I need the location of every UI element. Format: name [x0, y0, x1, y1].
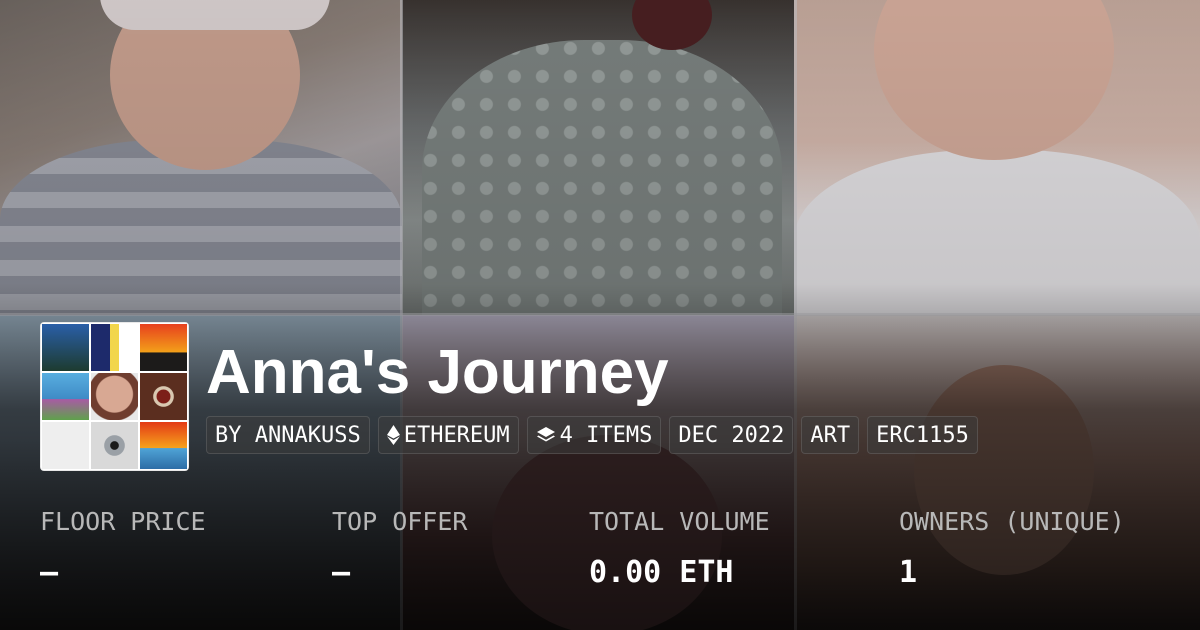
stat-value: – [332, 555, 351, 590]
collection-tags: BY ANNAKUSS ETHEREUM 4 ITEMS DEC 2022 AR… [206, 416, 978, 454]
stat-label: FLOOR PRICE [40, 507, 206, 536]
date-tag: DEC 2022 [669, 416, 794, 454]
ethereum-icon [386, 425, 400, 445]
stat-top-offer: TOP OFFER – [332, 505, 467, 593]
creator-tag: BY ANNAKUSS [206, 416, 370, 454]
stat-label: TOP OFFER [332, 507, 468, 536]
creator-label: BY ANNAKUSS [215, 422, 361, 448]
chain-label: ETHEREUM [403, 422, 510, 448]
date-label: DEC 2022 [678, 422, 785, 448]
collection-avatar [40, 322, 189, 471]
collection-stats: FLOOR PRICE – TOP OFFER – TOTAL VOLUME 0… [40, 505, 1190, 605]
stat-value: – [40, 555, 59, 590]
stat-total-volume: TOTAL VOLUME 0.00 ETH [589, 505, 770, 593]
stat-value: 1 [899, 555, 918, 590]
category-tag: ART [801, 416, 860, 454]
collection-title: Anna's Journey [206, 338, 669, 407]
layers-icon [536, 425, 556, 445]
chain-tag: ETHEREUM [377, 416, 519, 454]
category-label: ART [810, 422, 851, 448]
stat-label: OWNERS (UNIQUE) [899, 507, 1125, 536]
standard-label: ERC1155 [876, 422, 969, 448]
items-tag: 4 ITEMS [526, 416, 662, 454]
items-label: 4 ITEMS [559, 422, 653, 448]
stat-floor-price: FLOOR PRICE – [40, 505, 206, 593]
stat-label: TOTAL VOLUME [589, 507, 770, 536]
stat-owners: OWNERS (UNIQUE) 1 [899, 505, 1125, 593]
stat-value: 0.00 ETH [589, 555, 734, 590]
standard-tag: ERC1155 [867, 416, 978, 454]
